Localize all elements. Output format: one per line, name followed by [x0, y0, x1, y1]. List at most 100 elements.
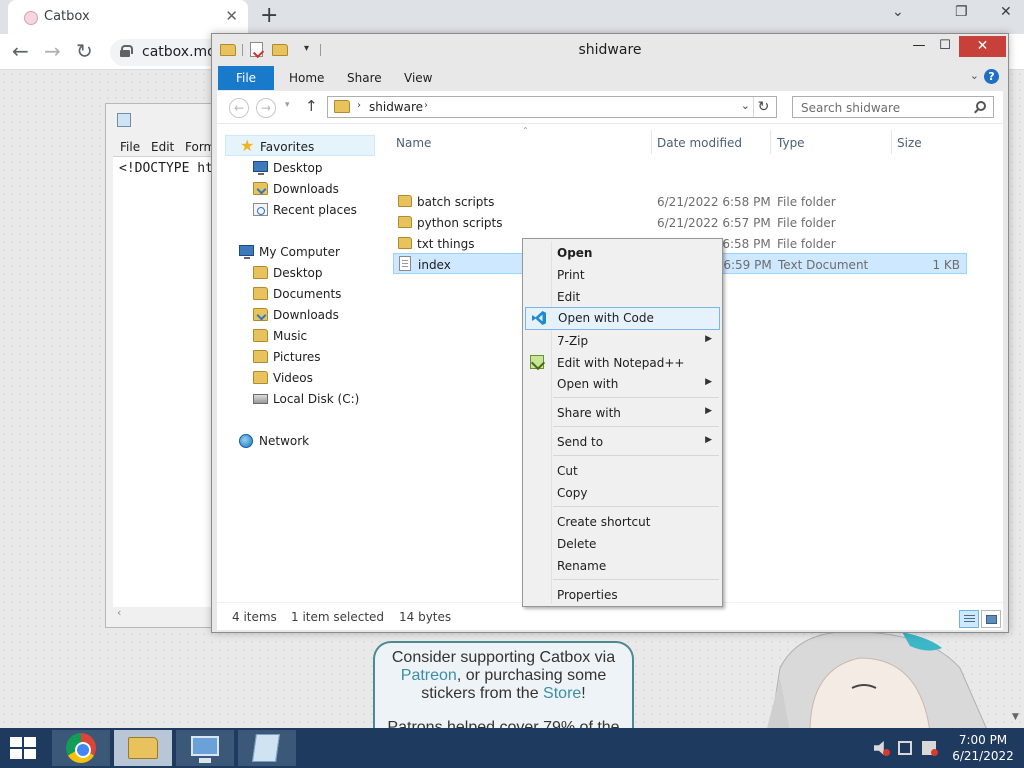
explorer-forward-button[interactable]: → [256, 98, 276, 118]
network-tray-icon[interactable] [898, 741, 912, 755]
up-folder-button[interactable]: ↑ [305, 97, 318, 115]
ctx-send-to[interactable]: Send to ▶ [525, 431, 720, 452]
context-menu-separator [553, 579, 719, 580]
help-icon[interactable]: ? [984, 69, 999, 84]
notepad-text-area[interactable]: <!DOCTYPE ht [113, 156, 221, 611]
column-header-size[interactable]: Size [897, 136, 922, 150]
submenu-arrow-icon: ▶ [705, 406, 712, 416]
ctx-open[interactable]: Open [525, 242, 720, 263]
patreon-link[interactable]: Patreon [401, 667, 457, 684]
column-header-name[interactable]: Name [396, 136, 431, 150]
taskbar-remote-desktop[interactable] [176, 730, 234, 766]
ribbon-tab-view[interactable]: View [404, 71, 432, 85]
ctx-properties[interactable]: Properties [525, 584, 720, 605]
catbox-favicon-icon [24, 11, 38, 25]
explorer-minimize-button[interactable]: — [905, 38, 933, 58]
breadcrumb-shidware[interactable]: shidware [369, 100, 423, 114]
column-header-date-modified[interactable]: Date modified [657, 136, 742, 150]
refresh-button[interactable]: ↻ [753, 97, 773, 117]
nav-my-computer[interactable]: My Computer [225, 241, 375, 262]
taskbar: 7:00 PM 6/21/2022 [0, 728, 1024, 768]
scroll-left-icon[interactable]: ‹ [117, 606, 121, 619]
new-tab-button[interactable]: + [260, 4, 278, 28]
nav-pc-pictures[interactable]: Pictures [225, 346, 375, 367]
notepad-window[interactable]: File Edit Form <!DOCTYPE ht ‹ [105, 103, 221, 628]
explorer-back-button[interactable]: ← [229, 98, 249, 118]
browser-tab-catbox[interactable]: Catbox ✕ [8, 0, 248, 34]
column-divider[interactable] [770, 130, 771, 154]
system-tray [874, 741, 944, 757]
breadcrumb-separator[interactable]: › [357, 100, 361, 111]
folder-icon [398, 195, 412, 207]
browser-tabstrip: Catbox ✕ + ⌄ ❐ ✕ [0, 0, 1024, 34]
taskbar-chrome[interactable] [52, 730, 110, 766]
explorer-address-bar[interactable]: › shidware › ⌄ ↻ [327, 96, 777, 118]
nav-pc-downloads[interactable]: Downloads [225, 304, 375, 325]
close-tab-icon[interactable]: ✕ [225, 7, 238, 25]
address-history-dropdown-icon[interactable]: ⌄ [741, 99, 750, 112]
nav-pc-music[interactable]: Music [225, 325, 375, 346]
search-icon[interactable] [976, 101, 986, 111]
submenu-arrow-icon: ▶ [705, 334, 712, 344]
ctx-cut[interactable]: Cut [525, 460, 720, 481]
ctx-send-to-label: Send to [557, 435, 604, 449]
ctx-edit-notepadpp[interactable]: Edit with Notepad++ [525, 352, 720, 373]
browser-restore-button[interactable]: ❐ [955, 4, 968, 20]
nav-network[interactable]: Network [225, 430, 375, 451]
ctx-open-with-code[interactable]: Open with Code [525, 307, 720, 330]
ctx-share-with[interactable]: Share with ▶ [525, 402, 720, 423]
notepad-horizontal-scrollbar[interactable]: ‹ [113, 606, 221, 621]
address-folder-icon [334, 100, 350, 113]
ribbon-tab-file[interactable]: File [218, 66, 274, 90]
column-divider[interactable] [891, 130, 892, 154]
nav-pc-local-disk[interactable]: Local Disk (C:) [225, 388, 375, 409]
browser-reload-button[interactable]: ↻ [76, 40, 93, 62]
ctx-7zip[interactable]: 7-Zip ▶ [525, 330, 720, 351]
explorer-search-box[interactable]: Search shidware [792, 96, 994, 118]
taskbar-notepad[interactable] [238, 730, 296, 766]
page-scroll-down-icon[interactable]: ▼ [1012, 712, 1019, 722]
ctx-copy[interactable]: Copy [525, 482, 720, 503]
column-header-type[interactable]: Type [777, 136, 805, 150]
recent-locations-icon[interactable]: ▾ [285, 100, 290, 110]
ribbon-tab-share[interactable]: Share [347, 71, 382, 85]
nav-fav-desktop-label: Desktop [273, 161, 323, 175]
nav-fav-downloads[interactable]: Downloads [225, 178, 375, 199]
search-placeholder: Search shidware [801, 101, 901, 115]
browser-close-button[interactable]: ✕ [1000, 4, 1012, 20]
ctx-create-shortcut[interactable]: Create shortcut [525, 511, 720, 532]
ctx-delete[interactable]: Delete [525, 533, 720, 554]
nav-favorites[interactable]: ★ Favorites [225, 135, 375, 156]
sort-ascending-icon: ⌃ [522, 126, 529, 135]
explorer-close-button[interactable]: ✕ [959, 36, 1006, 57]
browser-minimize-button[interactable]: ⌄ [892, 4, 904, 20]
file-row[interactable]: python scripts 6/21/2022 6:57 PM File fo… [393, 212, 967, 233]
browser-back-button[interactable]: ← [12, 40, 29, 62]
nav-pc-videos[interactable]: Videos [225, 367, 375, 388]
taskbar-file-explorer[interactable] [114, 730, 172, 766]
nav-pc-documents[interactable]: Documents [225, 283, 375, 304]
start-button[interactable] [10, 737, 38, 759]
ctx-open-with[interactable]: Open with ▶ [525, 373, 720, 394]
ribbon-tab-home[interactable]: Home [289, 71, 324, 85]
file-row[interactable]: batch scripts 6/21/2022 6:58 PM File fol… [393, 191, 967, 212]
explorer-maximize-button[interactable]: ☐ [931, 38, 959, 58]
nav-pc-desktop[interactable]: Desktop [225, 262, 375, 283]
large-icons-view-button[interactable] [981, 610, 1001, 628]
ctx-print[interactable]: Print [525, 264, 720, 285]
details-view-button[interactable] [959, 610, 979, 628]
breadcrumb-separator-end[interactable]: › [424, 100, 428, 111]
store-link[interactable]: Store [543, 685, 581, 702]
nav-fav-recent-places[interactable]: Recent places [225, 199, 375, 220]
ctx-edit[interactable]: Edit [525, 286, 720, 307]
browser-forward-button[interactable]: → [44, 40, 61, 62]
nav-fav-desktop[interactable]: Desktop [225, 157, 375, 178]
expand-ribbon-icon[interactable]: ⌄ [970, 69, 979, 82]
support-line-3-end: ! [581, 685, 586, 702]
column-divider[interactable] [651, 130, 652, 154]
taskbar-clock[interactable]: 7:00 PM 6/21/2022 [948, 732, 1018, 764]
notepad-menu-edit[interactable]: Edit [151, 140, 174, 154]
explorer-titlebar[interactable]: ▾ shidware — ☐ ✕ [212, 34, 1008, 66]
ctx-rename[interactable]: Rename [525, 555, 720, 576]
notepad-menu-file[interactable]: File [120, 140, 140, 154]
